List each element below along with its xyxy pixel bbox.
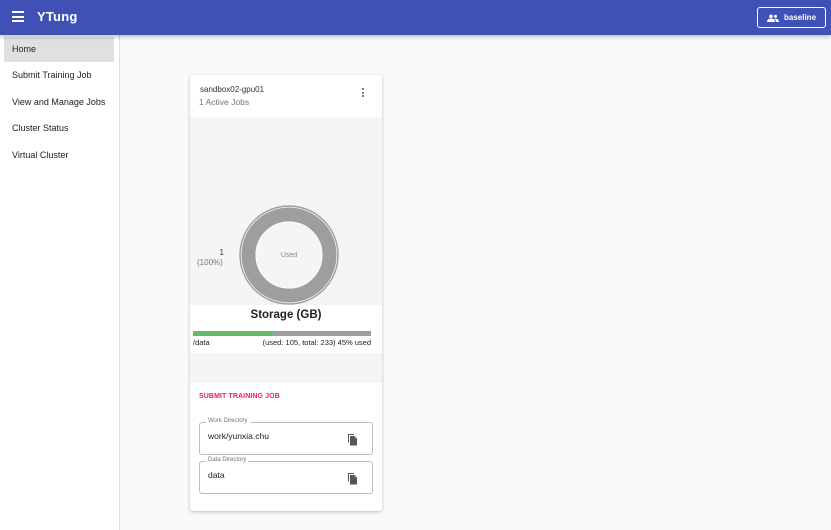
copy-icon[interactable] bbox=[346, 472, 358, 485]
menu-icon[interactable] bbox=[12, 11, 24, 23]
sidebar-item-cluster-status[interactable]: Cluster Status bbox=[0, 115, 119, 142]
gpu-usage-chart: 1 (100%) Used bbox=[190, 117, 382, 305]
group-icon bbox=[767, 14, 779, 22]
storage-usage-info: (used: 105, total: 233) 45% used bbox=[262, 338, 371, 347]
app-bar: YTung baseline bbox=[0, 0, 831, 35]
work-directory-input[interactable] bbox=[208, 431, 338, 441]
submit-training-job-button[interactable]: SUBMIT TRAINING JOB bbox=[199, 393, 280, 400]
data-directory-input[interactable] bbox=[208, 470, 338, 480]
data-directory-label: Data Directory bbox=[206, 457, 249, 463]
sidebar-item-submit-training-job[interactable]: Submit Training Job bbox=[0, 62, 119, 89]
storage-path: /data bbox=[193, 338, 210, 347]
host-name: sandbox02-gpu01 bbox=[200, 85, 265, 94]
card-header: sandbox02-gpu01 1 Active Jobs bbox=[190, 75, 382, 117]
donut-center-label: Used bbox=[280, 252, 298, 259]
sidebar-item-virtual-cluster[interactable]: Virtual Cluster bbox=[0, 142, 119, 169]
more-vert-icon[interactable] bbox=[360, 88, 366, 99]
data-directory-field[interactable]: Data Directory bbox=[199, 457, 373, 494]
sidebar-item-home[interactable]: Home bbox=[4, 37, 114, 62]
card-divider bbox=[190, 353, 382, 383]
legend-count: 1 bbox=[219, 248, 224, 257]
copy-icon[interactable] bbox=[346, 433, 358, 446]
legend-percent: (100%) bbox=[197, 258, 223, 267]
storage-progress-bar bbox=[193, 331, 371, 336]
app-title: YTung bbox=[37, 9, 78, 24]
work-directory-label: Work Directory bbox=[206, 418, 250, 424]
active-jobs-count: 1 Active Jobs bbox=[199, 97, 250, 107]
user-button-label: baseline bbox=[784, 13, 817, 22]
storage-title: Storage (GB) bbox=[250, 309, 322, 321]
user-account-button[interactable]: baseline bbox=[757, 7, 826, 28]
storage-progress-fill bbox=[193, 331, 274, 336]
work-directory-field[interactable]: Work Directory bbox=[199, 418, 373, 455]
node-card: sandbox02-gpu01 1 Active Jobs 1 (100%) U… bbox=[190, 75, 382, 511]
sidebar: Home Submit Training Job View and Manage… bbox=[0, 35, 120, 530]
sidebar-item-view-and-manage-jobs[interactable]: View and Manage Jobs bbox=[0, 89, 119, 116]
